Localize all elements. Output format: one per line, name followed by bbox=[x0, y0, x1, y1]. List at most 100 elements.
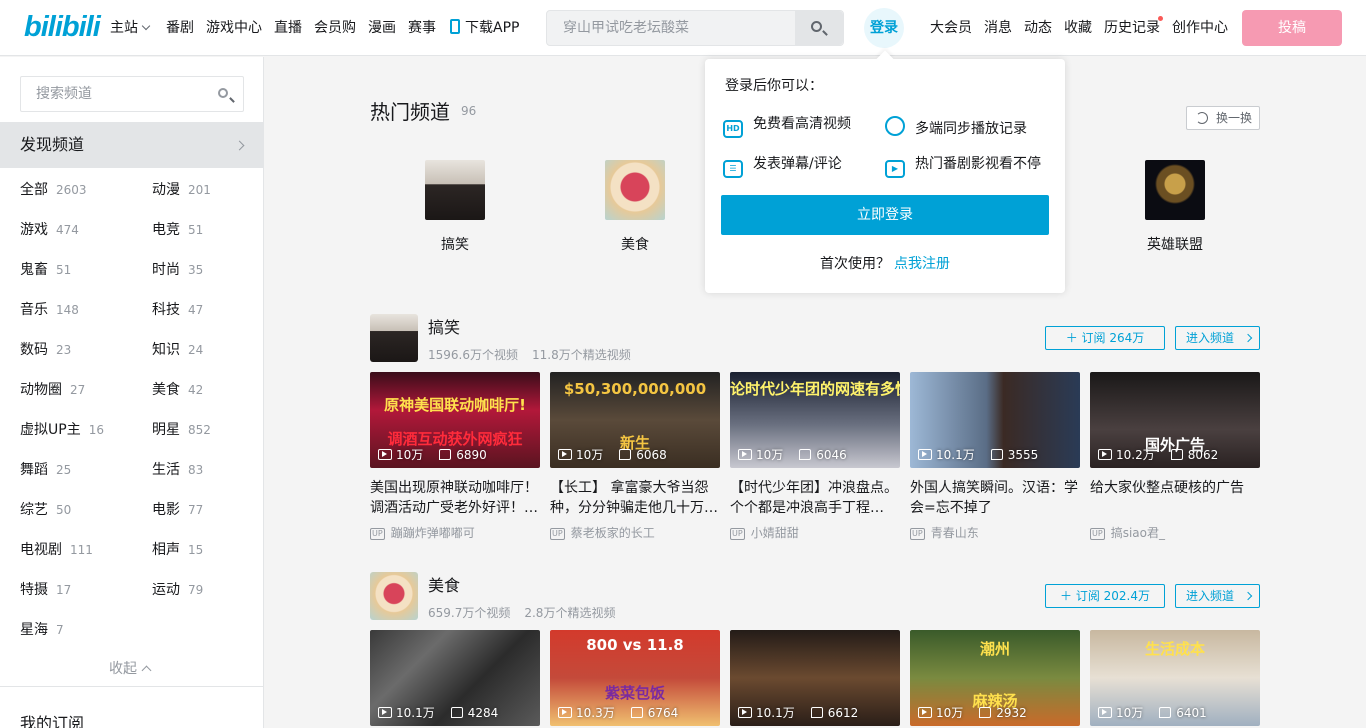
bilibili-logo[interactable]: bilibili bbox=[24, 12, 101, 42]
video-card[interactable]: 论时代少年团的网速有多快 10万 6046 【时代少年团】冲浪盘点。个个都是冲浪高手丁… bbox=[730, 372, 900, 541]
uploader[interactable]: UP 搞siao君_ bbox=[1090, 524, 1260, 541]
my-subscriptions[interactable]: 我的订阅 bbox=[20, 710, 84, 728]
video-thumbnail[interactable]: $50,300,000,000 新生 10万 6068 bbox=[550, 372, 720, 468]
nav-manga[interactable]: 漫画 bbox=[368, 0, 396, 56]
feature-label: 多端同步播放记录 bbox=[915, 121, 1027, 137]
video-card[interactable]: 潮州 麻辣汤 10万 2932 bbox=[910, 630, 1080, 726]
nav-vip[interactable]: 大会员 bbox=[930, 0, 972, 56]
video-title[interactable]: 【长工】 拿富豪大爷当怨种，分分钟骗走他几十万… bbox=[550, 478, 720, 518]
enter-channel-button[interactable]: 进入频道 bbox=[1175, 326, 1260, 350]
category-item[interactable]: 动漫 201 bbox=[152, 179, 211, 199]
hd-icon: HD bbox=[723, 120, 743, 138]
enter-channel-button[interactable]: 进入频道 bbox=[1175, 584, 1260, 608]
video-card[interactable]: 国外广告 10.2万 8062 给大家伙整点硬核的广告 UP 搞siao君_ bbox=[1090, 372, 1260, 541]
category-item[interactable]: 美食 42 bbox=[152, 379, 203, 399]
play-count: 10.1万 bbox=[396, 706, 435, 720]
video-title[interactable]: 给大家伙整点硬核的广告 bbox=[1090, 478, 1260, 518]
category-item[interactable]: 全部 2603 bbox=[20, 179, 87, 199]
hot-channel-item[interactable]: 英雄联盟 bbox=[1125, 160, 1225, 254]
category-item[interactable]: 游戏 474 bbox=[20, 219, 79, 239]
video-title[interactable]: 外国人搞笑瞬间。汉语：学会=忘不掉了 bbox=[910, 478, 1080, 518]
chevron-up-icon bbox=[141, 665, 152, 676]
category-item[interactable]: 星海 7 bbox=[20, 619, 64, 639]
nav-dynamics[interactable]: 动态 bbox=[1024, 0, 1052, 56]
video-card[interactable]: 800 vs 11.8 紫菜包饭 10.3万 6764 bbox=[550, 630, 720, 726]
nav-download-app[interactable]: 下载APP bbox=[450, 0, 519, 56]
discover-channels[interactable]: 发现频道 bbox=[0, 122, 263, 168]
nav-game-center[interactable]: 游戏中心 bbox=[206, 0, 262, 56]
uploader[interactable]: UP 蔡老板家的长工 bbox=[550, 524, 720, 541]
subscribe-button[interactable]: ＋ 订阅 202.4万 bbox=[1045, 584, 1165, 608]
video-card[interactable]: 10.1万 6612 bbox=[730, 630, 900, 726]
video-thumbnail[interactable]: 潮州 麻辣汤 10万 2932 bbox=[910, 630, 1080, 726]
nav-live[interactable]: 直播 bbox=[274, 0, 302, 56]
category-item[interactable]: 科技 47 bbox=[152, 299, 203, 319]
nav-main-station[interactable]: 主站 bbox=[110, 0, 151, 56]
search-input[interactable]: 穿山甲试吃老坛酸菜 bbox=[563, 11, 793, 45]
category-item[interactable]: 明星 852 bbox=[152, 419, 211, 439]
uploader[interactable]: UP 蹦蹦炸弹嘟嘟可 bbox=[370, 524, 540, 541]
video-thumbnail[interactable]: 国外广告 10.2万 8062 bbox=[1090, 372, 1260, 468]
nav-favorites[interactable]: 收藏 bbox=[1064, 0, 1092, 56]
upload-button[interactable]: 投稿 bbox=[1242, 10, 1342, 46]
category-item[interactable]: 电影 77 bbox=[152, 499, 203, 519]
video-stats: 10万 6068 bbox=[558, 446, 667, 463]
video-card[interactable]: 生活成本 10万 6401 bbox=[1090, 630, 1260, 726]
video-thumbnail[interactable]: 10.1万 3555 bbox=[910, 372, 1080, 468]
category-item[interactable]: 时尚 35 bbox=[152, 259, 203, 279]
category-item[interactable]: 舞蹈 25 bbox=[20, 459, 71, 479]
channel-search-input[interactable]: 搜索频道 bbox=[36, 77, 92, 111]
channel-avatar[interactable] bbox=[370, 572, 418, 620]
video-title[interactable]: 【时代少年团】冲浪盘点。个个都是冲浪高手丁程… bbox=[730, 478, 900, 518]
channel-name[interactable]: 美食 bbox=[428, 572, 460, 596]
channel-name[interactable]: 搞笑 bbox=[428, 314, 460, 338]
category-item[interactable]: 综艺 50 bbox=[20, 499, 71, 519]
category-item[interactable]: 运动 79 bbox=[152, 579, 203, 599]
category-item[interactable]: 虚拟UP主 16 bbox=[20, 419, 104, 439]
category-item[interactable]: 动物圈 27 bbox=[20, 379, 85, 399]
uploader[interactable]: UP 青春山东 bbox=[910, 524, 1080, 541]
nav-esports[interactable]: 赛事 bbox=[408, 0, 436, 56]
category-item[interactable]: 数码 23 bbox=[20, 339, 71, 359]
video-thumbnail[interactable]: 论时代少年团的网速有多快 10万 6046 bbox=[730, 372, 900, 468]
category-item[interactable]: 生活 83 bbox=[152, 459, 203, 479]
channel-avatar[interactable] bbox=[370, 314, 418, 362]
video-card[interactable]: 原神美国联动咖啡厅! 调酒互动获外网疯狂 10万 6890 美国出现原神联动咖啡厅！调酒… bbox=[370, 372, 540, 541]
nav-history[interactable]: 历史记录 bbox=[1104, 0, 1160, 56]
register-link[interactable]: 点我注册 bbox=[894, 256, 950, 272]
category-item[interactable]: 鬼畜 51 bbox=[20, 259, 71, 279]
channel-search-box[interactable]: 搜索频道 bbox=[20, 76, 244, 112]
up-icon: UP bbox=[730, 528, 745, 540]
video-thumbnail[interactable]: 原神美国联动咖啡厅! 调酒互动获外网疯狂 10万 6890 bbox=[370, 372, 540, 468]
category-item[interactable]: 电视剧 111 bbox=[20, 539, 93, 559]
video-card[interactable]: $50,300,000,000 新生 10万 6068 【长工】 拿富豪大爷当怨种，分分… bbox=[550, 372, 720, 541]
video-thumbnail[interactable]: 10.1万 6612 bbox=[730, 630, 900, 726]
category-item[interactable]: 知识 24 bbox=[152, 339, 203, 359]
nav-bangumi[interactable]: 番剧 bbox=[166, 0, 194, 56]
hot-channel-item[interactable]: 美食 bbox=[585, 160, 685, 254]
thumbnail-caption: 生活成本 bbox=[1144, 640, 1205, 658]
channel-stats: 659.7万个视频 2.8万个精选视频 bbox=[428, 604, 615, 621]
video-card[interactable]: 10.1万 3555 外国人搞笑瞬间。汉语：学会=忘不掉了 UP 青春山东 bbox=[910, 372, 1080, 541]
video-thumbnail[interactable]: 生活成本 10万 6401 bbox=[1090, 630, 1260, 726]
category-item[interactable]: 音乐 148 bbox=[20, 299, 79, 319]
collapse-button[interactable]: 收起 bbox=[109, 658, 152, 678]
video-thumbnail[interactable]: 10.1万 4284 bbox=[370, 630, 540, 726]
search-button[interactable] bbox=[795, 11, 843, 45]
uploader-name: 青春山东 bbox=[930, 526, 979, 540]
login-button[interactable]: 登录 bbox=[864, 8, 904, 48]
login-now-button[interactable]: 立即登录 bbox=[721, 195, 1049, 235]
category-item[interactable]: 相声 15 bbox=[152, 539, 203, 559]
refresh-button[interactable]: 换一换 bbox=[1186, 106, 1260, 130]
video-title[interactable]: 美国出现原神联动咖啡厅！调酒活动广受老外好评！… bbox=[370, 478, 540, 518]
video-thumbnail[interactable]: 800 vs 11.8 紫菜包饭 10.3万 6764 bbox=[550, 630, 720, 726]
nav-messages[interactable]: 消息 bbox=[984, 0, 1012, 56]
nav-mall[interactable]: 会员购 bbox=[314, 0, 356, 56]
category-item[interactable]: 特摄 17 bbox=[20, 579, 71, 599]
video-card[interactable]: 10.1万 4284 bbox=[370, 630, 540, 726]
hot-channel-item[interactable]: 搞笑 bbox=[405, 160, 505, 254]
uploader[interactable]: UP 小婧甜甜 bbox=[730, 524, 900, 541]
nav-creator-center[interactable]: 创作中心 bbox=[1172, 0, 1228, 56]
subscribe-button[interactable]: ＋ 订阅 264万 bbox=[1045, 326, 1165, 350]
category-item[interactable]: 电竞 51 bbox=[152, 219, 203, 239]
